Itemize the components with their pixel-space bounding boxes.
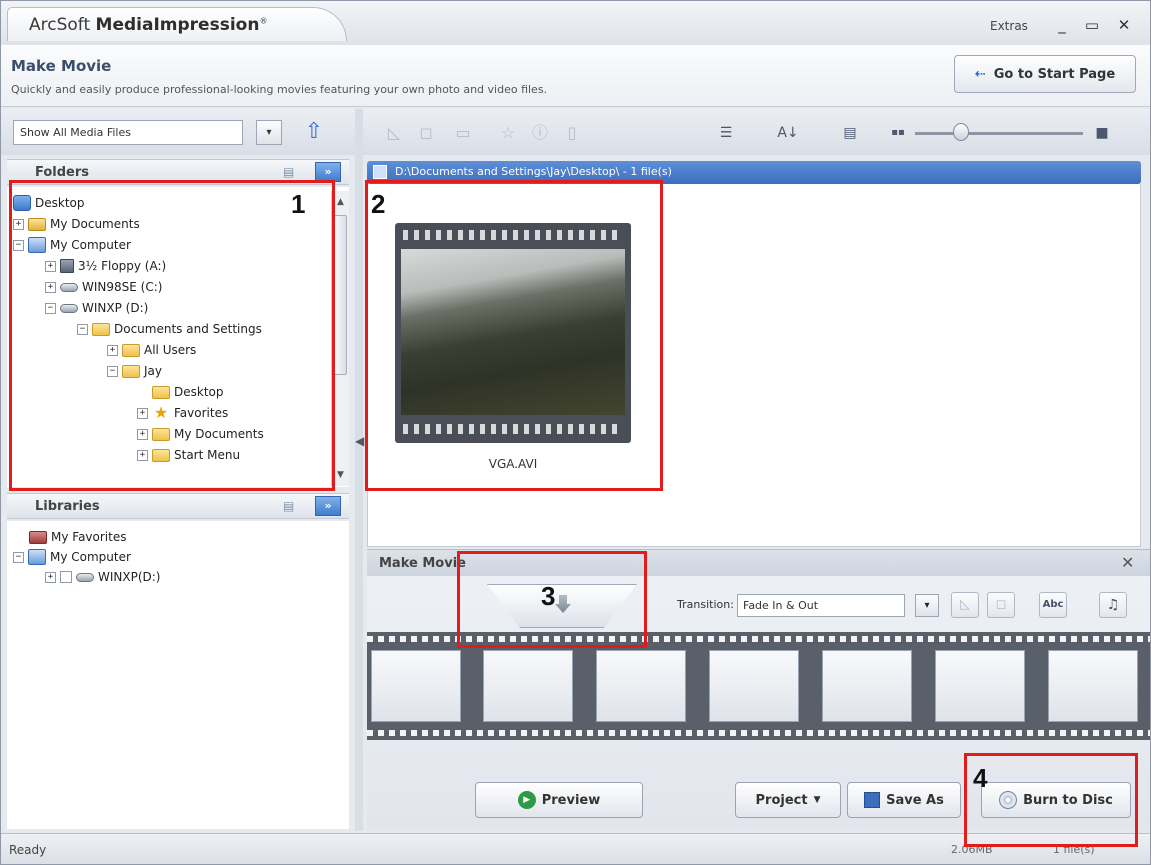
transition-select[interactable]: Fade In & Out xyxy=(737,594,905,617)
browser-toolbar: ◺ ◻ ▭ ☆ ⓘ ▯ ☰ A↓ ▤ ▪▪ ■ xyxy=(363,109,1150,155)
rotate-right-icon[interactable]: ◻ xyxy=(415,122,437,144)
scrollbar-thumb[interactable] xyxy=(334,215,347,375)
zoom-slider-track[interactable] xyxy=(915,132,1083,135)
project-label: Project xyxy=(755,792,808,808)
page-title: Make Movie xyxy=(11,57,112,75)
rotate-left-icon[interactable]: ◺ xyxy=(383,122,405,144)
sort-menu-icon[interactable]: ☰ xyxy=(709,122,743,144)
go-to-start-page-label: Go to Start Page xyxy=(993,66,1116,82)
libraries-tree: My Favorites − My Computer + WINXP(D:) xyxy=(7,521,349,829)
list-view-icon[interactable]: ▤ xyxy=(283,499,294,513)
tree-item-label: My Computer xyxy=(50,550,131,564)
storyboard-slot[interactable] xyxy=(483,650,573,722)
minimize-icon[interactable]: _ xyxy=(1051,15,1073,35)
library-item-my-favorites[interactable]: My Favorites xyxy=(29,527,126,547)
zoom-slider-knob[interactable] xyxy=(953,123,969,141)
scroll-down-icon[interactable]: ▼ xyxy=(334,466,347,484)
make-movie-title: Make Movie xyxy=(379,556,466,571)
text-menu-icon[interactable]: A↓ xyxy=(771,122,805,144)
small-thumbnails-icon[interactable]: ▪▪ xyxy=(887,122,909,144)
storyboard-slot[interactable] xyxy=(709,650,799,722)
tree-item-label: WINXP(D:) xyxy=(98,570,161,584)
chevron-down-icon[interactable]: ▾ xyxy=(915,594,939,617)
app-title: ArcSoft MediaImpression® xyxy=(29,15,267,35)
play-icon: ▶ xyxy=(517,791,536,809)
page-subtitle: Quickly and easily produce professional-… xyxy=(11,83,548,96)
folder-path-icon xyxy=(373,165,387,179)
application-window: ArcSoft MediaImpression® Extras _ ▭ ✕ Ma… xyxy=(0,0,1151,865)
library-item-winxp[interactable]: + WINXP(D:) xyxy=(45,567,160,587)
callout-number-2: 2 xyxy=(371,189,386,219)
caret-down-icon: ▼ xyxy=(813,795,821,805)
add-text-icon[interactable]: Abc xyxy=(1039,592,1067,618)
media-filter-select[interactable]: Show All Media Files xyxy=(13,120,243,145)
collapse-left-icon[interactable]: ◀ xyxy=(355,434,364,448)
large-thumbnails-icon[interactable]: ■ xyxy=(1091,122,1113,144)
save-as-label: Save As xyxy=(886,792,944,808)
maximize-icon[interactable]: ▭ xyxy=(1081,15,1103,35)
storyboard-strip xyxy=(367,632,1150,740)
callout-number-1: 1 xyxy=(291,189,306,219)
collapse-icon[interactable]: − xyxy=(13,551,24,563)
library-checkbox[interactable] xyxy=(60,571,72,583)
libraries-title: Libraries xyxy=(35,499,100,514)
callout-number-3: 3 xyxy=(541,581,556,611)
status-text: Ready xyxy=(9,843,47,857)
info-icon[interactable]: ⓘ xyxy=(529,122,551,144)
title-bar: ArcSoft MediaImpression® Extras _ ▭ ✕ xyxy=(1,1,1150,45)
add-music-icon[interactable]: ♫ xyxy=(1099,592,1127,618)
close-icon[interactable]: ✕ xyxy=(1113,15,1135,35)
preview-label: Preview xyxy=(541,792,601,808)
callout-box-2 xyxy=(365,180,663,491)
current-path: D:\Documents and Settings\Jay\Desktop\ -… xyxy=(395,165,672,178)
app-title-bold: MediaImpression xyxy=(95,15,260,35)
extras-menu[interactable]: Extras xyxy=(990,19,1028,33)
storyboard-slot[interactable] xyxy=(822,650,912,722)
view-menu-icon[interactable]: ▤ xyxy=(833,122,867,144)
save-icon xyxy=(864,792,881,808)
chevron-down-icon[interactable]: ▾ xyxy=(256,120,282,145)
folders-title: Folders xyxy=(35,165,90,180)
star-icon[interactable]: ☆ xyxy=(497,122,519,144)
callout-number-4: 4 xyxy=(973,763,988,793)
registered-mark: ® xyxy=(259,16,268,26)
list-view-icon[interactable]: ▤ xyxy=(283,165,294,179)
panel-splitter[interactable]: ◀ xyxy=(355,109,364,831)
left-toolbar: Show All Media Files ▾ ⇧ xyxy=(1,109,355,155)
expand-icon[interactable]: + xyxy=(45,571,56,583)
go-to-start-page-button[interactable]: ⇠ Go to Start Page xyxy=(954,55,1136,93)
drive-icon xyxy=(76,572,94,582)
rotate-left-icon[interactable]: ◺ xyxy=(951,592,979,618)
libraries-panel-header: Libraries ▤ » xyxy=(7,493,349,519)
scroll-up-icon[interactable]: ▲ xyxy=(334,193,347,211)
save-as-button[interactable]: Save As xyxy=(847,782,961,818)
callout-box-1 xyxy=(9,180,335,491)
storyboard-slot[interactable] xyxy=(371,650,461,722)
expand-panel-icon[interactable]: » xyxy=(315,162,341,182)
storyboard-slot[interactable] xyxy=(935,650,1025,722)
expand-panel-icon[interactable]: » xyxy=(315,496,341,516)
preview-button[interactable]: ▶ Preview xyxy=(475,782,643,818)
app-title-prefix: ArcSoft xyxy=(29,15,96,35)
edit-icon[interactable]: ▭ xyxy=(447,122,479,144)
favorites-icon xyxy=(29,530,47,544)
project-menu-button[interactable]: Project ▼ xyxy=(735,782,841,818)
page-header: Make Movie Quickly and easily produce pr… xyxy=(1,45,1150,107)
back-arrow-icon: ⇠ xyxy=(974,66,986,82)
rotate-right-icon[interactable]: ◻ xyxy=(987,592,1015,618)
delete-icon[interactable]: ▯ xyxy=(561,122,583,144)
folder-up-icon[interactable]: ⇧ xyxy=(297,118,331,146)
storyboard-slot[interactable] xyxy=(1048,650,1138,722)
storyboard-perforation-bottom xyxy=(367,730,1150,736)
close-panel-icon[interactable]: ✕ xyxy=(1121,553,1134,572)
tree-item-label: My Favorites xyxy=(51,530,127,544)
library-item-my-computer[interactable]: − My Computer xyxy=(13,547,131,567)
computer-icon xyxy=(28,549,46,565)
storyboard-slot[interactable] xyxy=(596,650,686,722)
callout-box-4 xyxy=(964,753,1138,847)
transition-label: Transition: xyxy=(677,598,734,611)
